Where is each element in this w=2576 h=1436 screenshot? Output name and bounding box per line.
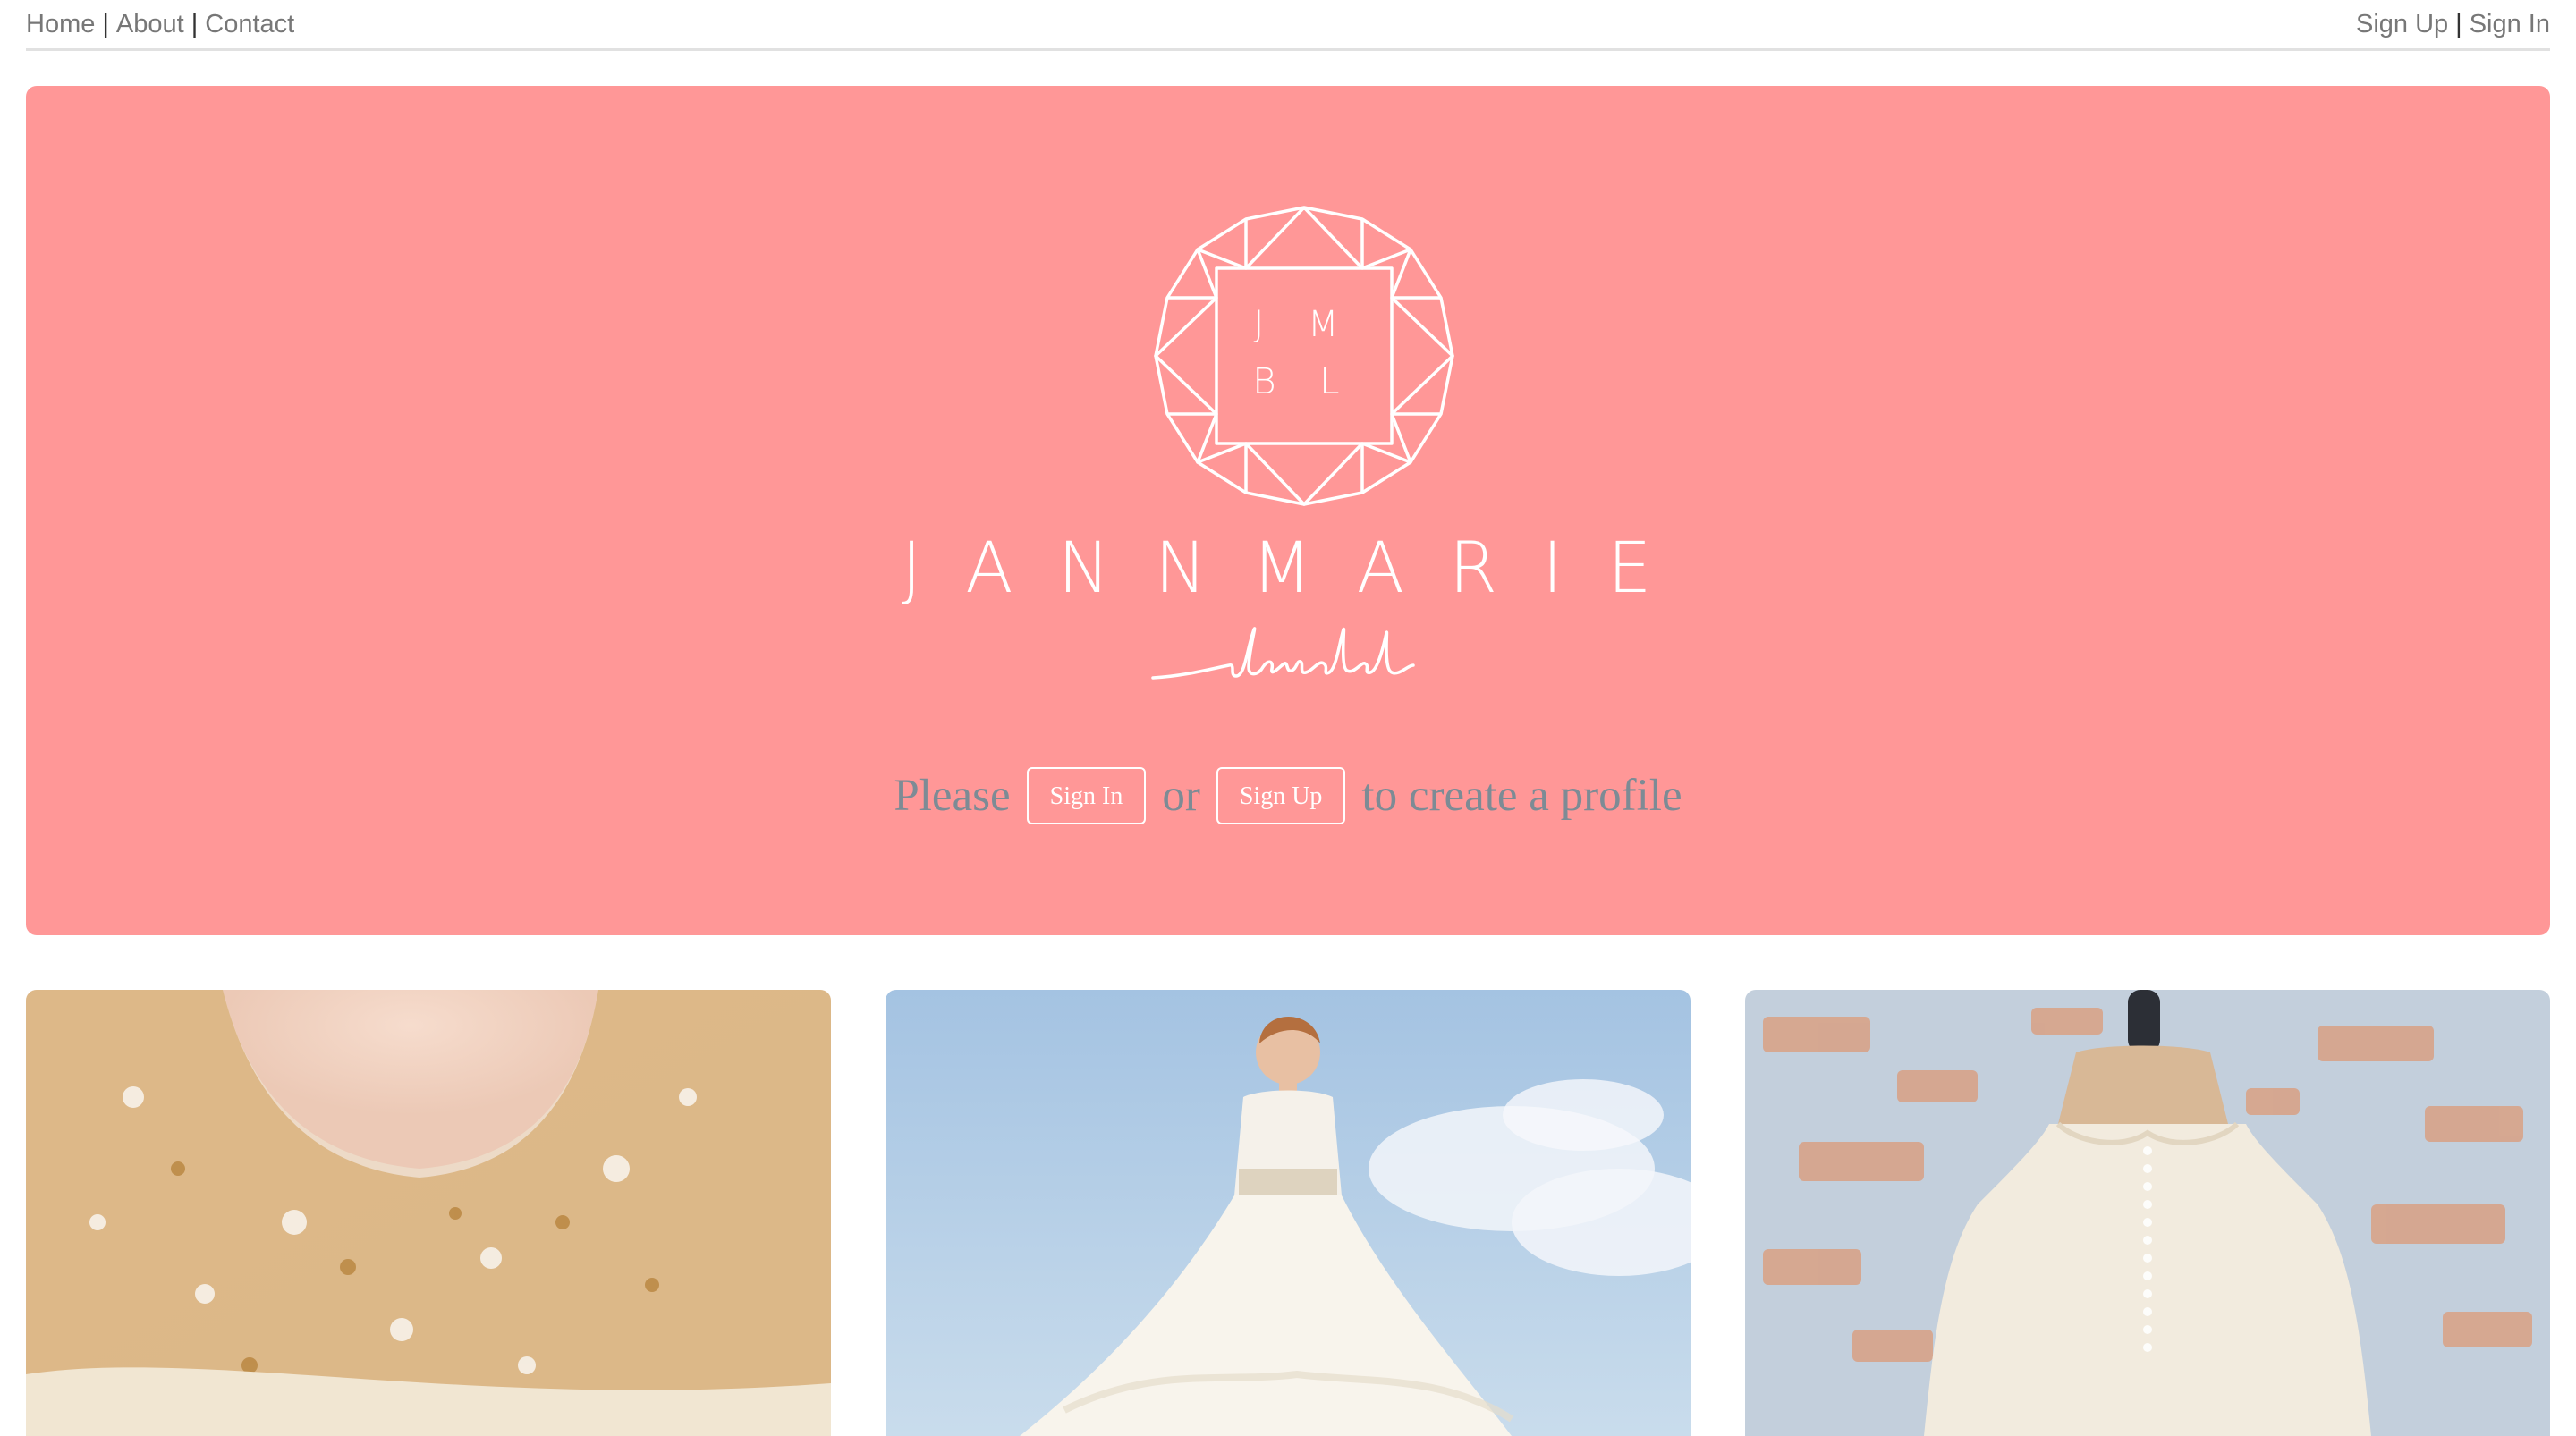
- nav-sign-in-link[interactable]: Sign In: [2470, 10, 2550, 39]
- sign-up-button[interactable]: Sign Up: [1216, 767, 1346, 824]
- page: Home | About | Contact Sign Up | Sign In: [0, 0, 2576, 1436]
- nav-sign-up-link[interactable]: Sign Up: [2356, 10, 2448, 39]
- nav-separator: |: [191, 9, 199, 38]
- nav-separator: |: [102, 9, 109, 38]
- hero-banner: J M B L JANNMARIE Please Sign In or Sign…: [26, 86, 2550, 935]
- sign-in-prompt: Please Sign In or Sign Up to create a pr…: [26, 764, 2550, 828]
- nav-right: Sign Up | Sign In: [2356, 10, 2550, 39]
- monogram-top: J M: [1253, 304, 1354, 345]
- nav-contact-link[interactable]: Contact: [205, 10, 294, 39]
- top-nav: Home | About | Contact Sign Up | Sign In: [26, 0, 2550, 51]
- bridal-script-logo: [1151, 627, 1415, 680]
- bride-in-white-dress-sky-photo[interactable]: [886, 990, 1690, 1436]
- beaded-gold-bodice-photo[interactable]: [26, 990, 831, 1436]
- lace-dress-on-mannequin-photo[interactable]: [1745, 990, 2550, 1436]
- prompt-suffix: to create a profile: [1361, 771, 1682, 821]
- nav-about-link[interactable]: About: [116, 10, 184, 39]
- monogram-bottom: B L: [1252, 361, 1355, 402]
- sign-in-button[interactable]: Sign In: [1026, 767, 1147, 824]
- brand-name: JANNMARIE: [901, 528, 1697, 609]
- nav-separator: |: [2455, 9, 2462, 38]
- prompt-prefix: Please: [894, 771, 1011, 821]
- nav-left: Home | About | Contact: [26, 10, 294, 39]
- prompt-or: or: [1162, 771, 1200, 821]
- diamond-monogram-icon: J M B L: [1154, 206, 1454, 506]
- nav-home-link[interactable]: Home: [26, 10, 95, 39]
